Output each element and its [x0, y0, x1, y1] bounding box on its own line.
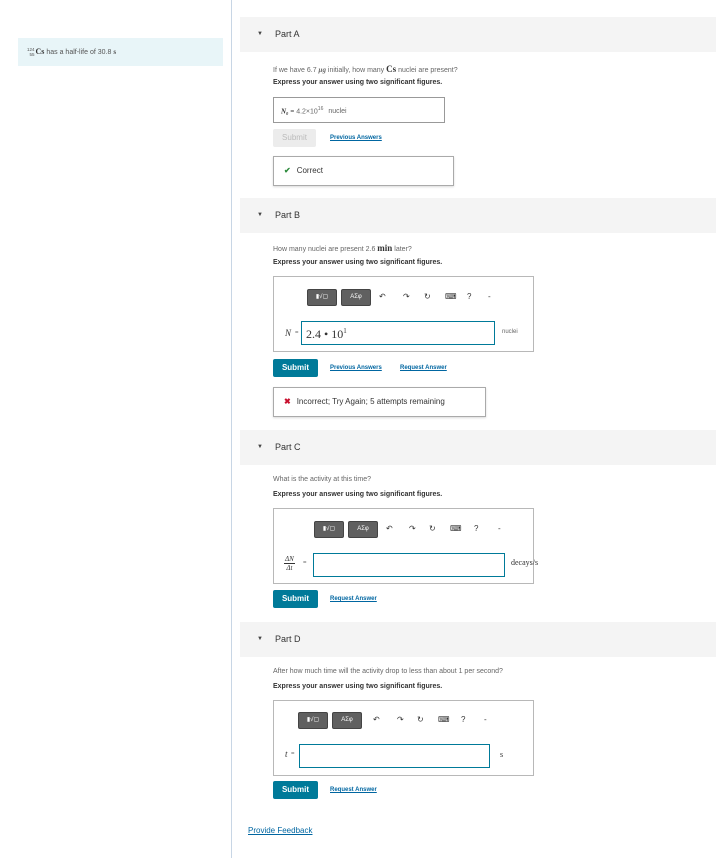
part-d-instruction: Express your answer using two significan… — [273, 683, 443, 690]
undo-icon[interactable]: ↶ — [386, 524, 393, 533]
part-d-request-answer-link[interactable]: Request Answer — [330, 787, 377, 793]
part-d-answer-input[interactable] — [299, 744, 490, 768]
part-b-answer-input[interactable]: 2.4 • 101 — [301, 321, 495, 345]
part-d-title: Part D — [275, 634, 301, 644]
templates-button[interactable]: ▮√▢ — [307, 289, 337, 306]
check-icon: ✔ — [284, 166, 291, 175]
greek-button[interactable]: ΑΣφ — [332, 712, 362, 729]
reset-icon[interactable]: ↻ — [424, 292, 431, 301]
more-icon[interactable]: - — [488, 292, 491, 301]
part-b-editor: ▮√▢ ΑΣφ ↶ ↷ ↻ ⌨ ? - N = 2.4 • 101 nuclei — [273, 276, 534, 352]
equals-sign: = — [291, 751, 295, 757]
keyboard-icon[interactable]: ⌨ — [450, 524, 462, 533]
help-icon[interactable]: ? — [474, 524, 478, 533]
part-c-answer-input[interactable] — [313, 553, 505, 577]
part-c-instruction: Express your answer using two significan… — [273, 491, 443, 498]
collapse-triangle-icon[interactable]: ▼ — [257, 31, 263, 37]
greek-button[interactable]: ΑΣφ — [348, 521, 378, 538]
part-c-editor: ▮√▢ ΑΣφ ↶ ↷ ↻ ⌨ ? - ΔN Δt = — [273, 508, 534, 584]
redo-icon[interactable]: ↷ — [403, 292, 410, 301]
var-n-label: N — [285, 328, 292, 338]
isotope-numbers: 124 55 — [27, 47, 35, 58]
keyboard-icon[interactable]: ⌨ — [438, 715, 450, 724]
part-c-header[interactable]: ▼ Part C — [240, 430, 716, 465]
collapse-triangle-icon[interactable]: ▼ — [257, 636, 263, 642]
help-icon[interactable]: ? — [467, 292, 471, 301]
keyboard-icon[interactable]: ⌨ — [445, 292, 457, 301]
part-d-question: After how much time will the activity dr… — [273, 668, 503, 675]
part-a-feedback: ✔ Correct — [273, 156, 454, 186]
input-value: 2.4 • 101 — [306, 327, 347, 341]
part-a-instruction: Express your answer using two significan… — [273, 79, 443, 86]
reset-icon[interactable]: ↻ — [417, 715, 424, 724]
equals-sign: = — [295, 330, 299, 336]
part-c-unit: decays/s — [511, 558, 539, 567]
part-a-title: Part A — [275, 29, 300, 39]
greek-button[interactable]: ΑΣφ — [341, 289, 371, 306]
part-b-question: How many nuclei are present 2.6 min late… — [273, 243, 412, 253]
column-divider — [231, 0, 232, 858]
templates-button[interactable]: ▮√▢ — [314, 521, 344, 538]
problem-intro: 124 55Cs has a half-life of 30.8 s — [18, 38, 223, 66]
part-a-submit-button[interactable]: Submit — [273, 129, 316, 147]
delta-n-over-delta-t: ΔN Δt — [284, 555, 295, 572]
reset-icon[interactable]: ↻ — [429, 524, 436, 533]
more-icon[interactable]: - — [498, 524, 501, 533]
part-b-request-answer-link[interactable]: Request Answer — [400, 365, 447, 371]
undo-icon[interactable]: ↶ — [379, 292, 386, 301]
part-b-feedback: ✖ Incorrect; Try Again; 5 attempts remain… — [273, 387, 486, 417]
answer-unit: nuclei — [328, 108, 347, 116]
cross-icon: ✖ — [284, 397, 291, 406]
part-a-header[interactable]: ▼ Part A — [240, 17, 716, 52]
part-b-previous-answers-link[interactable]: Previous Answers — [330, 365, 382, 371]
part-b-unit: nuclei — [502, 329, 518, 335]
var-t-label: t — [285, 749, 288, 759]
collapse-triangle-icon[interactable]: ▼ — [257, 212, 263, 218]
intro-text: has a half-life of 30.8 — [46, 49, 112, 56]
part-d-submit-button[interactable]: Submit — [273, 781, 318, 799]
redo-icon[interactable]: ↷ — [397, 715, 404, 724]
answer-value: 4.2×10 — [296, 108, 318, 116]
redo-icon[interactable]: ↷ — [409, 524, 416, 533]
provide-feedback-link[interactable]: Provide Feedback — [248, 826, 312, 835]
part-d-header[interactable]: ▼ Part D — [240, 622, 716, 657]
more-icon[interactable]: - — [484, 715, 487, 724]
intro-unit: s — [113, 48, 117, 56]
answer-label: N₀ = — [281, 107, 295, 116]
part-a-previous-answers-link[interactable]: Previous Answers — [330, 135, 382, 141]
part-d-editor: ▮√▢ ΑΣφ ↶ ↷ ↻ ⌨ ? - t = s — [273, 700, 534, 776]
equals-sign: = — [303, 560, 307, 566]
part-b-title: Part B — [275, 210, 301, 220]
part-a-answer-box: N₀ = 4.2×1016 nuclei — [273, 97, 445, 123]
undo-icon[interactable]: ↶ — [373, 715, 380, 724]
part-b-header[interactable]: ▼ Part B — [240, 198, 716, 233]
part-c-question: What is the activity at this time? — [273, 476, 372, 483]
templates-button[interactable]: ▮√▢ — [298, 712, 328, 729]
part-a-question: If we have 6.7 μg initially, how many Cs… — [273, 64, 458, 74]
part-b-instruction: Express your answer using two significan… — [273, 259, 443, 266]
element-symbol: Cs — [35, 47, 45, 56]
help-icon[interactable]: ? — [461, 715, 465, 724]
part-c-submit-button[interactable]: Submit — [273, 590, 318, 608]
part-c-request-answer-link[interactable]: Request Answer — [330, 596, 377, 602]
collapse-triangle-icon[interactable]: ▼ — [257, 444, 263, 450]
part-c-title: Part C — [275, 442, 301, 452]
part-d-unit: s — [500, 750, 504, 759]
part-b-submit-button[interactable]: Submit — [273, 359, 318, 377]
